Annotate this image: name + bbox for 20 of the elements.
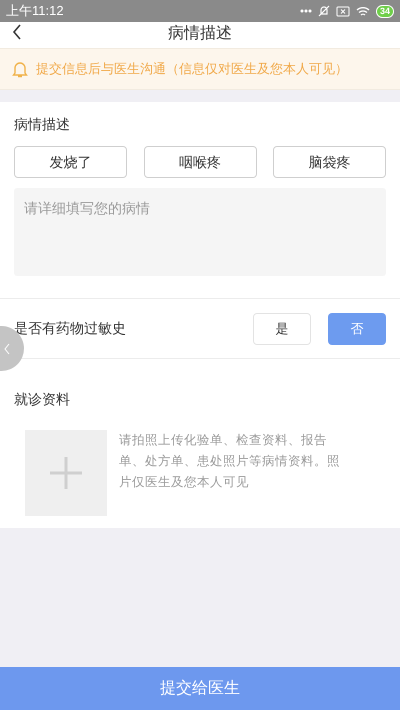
back-icon[interactable] xyxy=(12,24,22,40)
allergy-option[interactable]: 是 xyxy=(253,312,311,344)
plus-icon xyxy=(50,457,82,489)
battery-icon: 34 xyxy=(376,4,394,18)
chevron-left-icon xyxy=(4,342,10,354)
upload-hint: 请拍照上传化验单、检查资料、报告单、处方单、患处照片等病情资料。照片仅医生及您本人可见 xyxy=(119,432,341,491)
section-title: 就诊资料 xyxy=(14,390,71,409)
notice-text: 提交信息后与医生沟通（信息仅对医生及您本人可见） xyxy=(36,60,348,78)
muted-bell-icon xyxy=(318,5,330,17)
sim-off-icon xyxy=(336,6,350,16)
description-field[interactable]: 请详细填写您的病情 xyxy=(14,188,386,276)
symptom-chip[interactable]: 发烧了 xyxy=(14,146,127,178)
wifi-icon xyxy=(356,6,370,16)
symptom-chip[interactable]: 咽喉疼 xyxy=(144,146,256,178)
bell-icon xyxy=(12,60,28,78)
section-title: 病情描述 xyxy=(14,115,71,134)
symptom-chip[interactable]: 脑袋疼 xyxy=(273,146,386,178)
signal-dots-icon xyxy=(300,9,312,13)
status-time: 上午11:12 xyxy=(6,2,64,20)
page-title: 病情描述 xyxy=(168,24,232,44)
